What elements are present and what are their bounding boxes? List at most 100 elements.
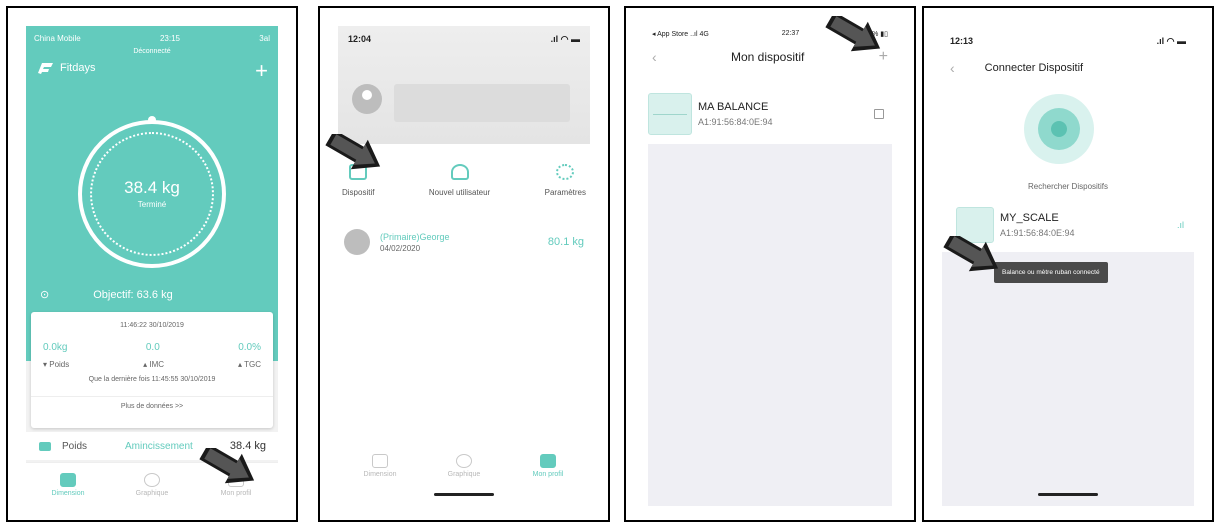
tab-label: Mon profil (532, 471, 564, 478)
summary-timestamp: 11:46:22 30/10/2019 (120, 322, 184, 329)
new-user-button[interactable]: Nouvel utilisateur (429, 164, 490, 197)
signal-battery-icon: .ıl ◠ ▬ (1156, 36, 1186, 46)
back-icon[interactable]: ‹ (950, 60, 955, 76)
user-weight: 80.1 kg (547, 236, 584, 248)
tab-label: Dimension (363, 471, 397, 478)
tab-mon-profil[interactable]: Mon profil (194, 463, 278, 506)
device-mac: A1:91:56:84:0E:94 (1000, 228, 1075, 238)
tab-mon-profil[interactable]: Mon profil (506, 444, 590, 488)
screenshot-panel-2: 12:04 .ıl ◠ ▬ Dispositif Nouvel utilisat… (318, 6, 610, 522)
action-row: Dispositif Nouvel utilisateur Paramètres (338, 164, 590, 197)
list-item[interactable]: (Primaire)George 04/02/2020 80.1 kg (344, 224, 584, 260)
navigation-bar: ‹ Mon dispositif + (652, 48, 888, 66)
goal-text: Objectif: 63.6 kg (93, 288, 173, 301)
connection-status: Déconnecté (133, 48, 171, 55)
settings-button[interactable]: Paramètres (545, 164, 586, 197)
summary-card: 11:46:22 30/10/2019 0.0kg 0.0 0.0% ▾ Poi… (31, 312, 273, 428)
last-measurement: Que la dernière fois 11:45:55 30/10/2019 (88, 376, 216, 383)
carrier-label: China Mobile (34, 34, 81, 43)
device-button[interactable]: Dispositif (342, 164, 374, 197)
device-row[interactable]: MA BALANCE A1:91:56:84:0E:94 (648, 88, 892, 140)
search-label: Rechercher Dispositifs (1027, 182, 1109, 191)
measurement-status: Terminé (137, 200, 167, 209)
weight-row-label: Poids (62, 440, 88, 452)
empty-list-area (648, 144, 892, 506)
graph-icon (456, 454, 472, 468)
status-time: 12:04 (348, 34, 372, 44)
status-time: 23:15 (159, 34, 181, 43)
device-info: MY_SCALE A1:91:56:84:0E:94 (1000, 212, 1075, 238)
weight-row-status: Amincissement (125, 440, 193, 452)
edit-icon[interactable] (874, 109, 884, 119)
goal-row[interactable]: ⊙ Objectif: 63.6 kg (40, 288, 264, 302)
weight-change: 0.0kg (43, 342, 68, 353)
status-bar: 12:04 .ıl ◠ ▬ (348, 34, 580, 45)
dimension-icon (60, 472, 76, 487)
fat-label: ▴ TGC (238, 360, 261, 369)
dimension-icon (372, 454, 388, 468)
weight-row[interactable]: Poids Amincissement 38.4 kg (26, 432, 278, 460)
phone-screen-my-device: ◂ App Store ..ıl 4G 22:37 % ▮▯ ‹ Mon dis… (644, 26, 896, 506)
graph-icon (144, 472, 160, 487)
profile-icon (228, 472, 244, 487)
user-info: (Primaire)George 04/02/2020 (380, 232, 450, 253)
status-time: 22:37 (781, 30, 800, 37)
user-name: (Primaire)George (380, 231, 450, 242)
battery-indicator: 3al (259, 34, 270, 43)
status-bar: ◂ App Store ..ıl 4G 22:37 % ▮▯ (652, 30, 888, 38)
tab-bar: Dimension Graphique Mon profil (26, 462, 278, 506)
user-date: 04/02/2020 (380, 243, 421, 253)
plus-icon[interactable]: + (255, 60, 268, 82)
home-indicator (1038, 493, 1098, 496)
action-label: Nouvel utilisateur (428, 188, 491, 197)
tab-label: Mon profil (220, 489, 252, 497)
tab-dimension[interactable]: Dimension (338, 444, 422, 488)
navigation-bar: ‹ Connecter Dispositif (950, 60, 1186, 76)
fat-change: 0.0% (238, 342, 261, 353)
progress-ring-marker (148, 116, 156, 124)
bmi-label: ▴ IMC (143, 360, 165, 369)
status-bar: China Mobile 23:15 3al Déconnecté (34, 34, 270, 55)
user-add-icon (450, 164, 469, 180)
status-time: 12:13 (950, 36, 974, 46)
weight-row-value: 38.4 kg (229, 440, 266, 452)
blurred-user-info (394, 84, 570, 122)
device-icon (349, 164, 368, 180)
device-row[interactable]: MY_SCALE A1:91:56:84:0E:94 .ıl (956, 204, 1184, 246)
avatar[interactable] (352, 84, 382, 114)
weight-label: ▾ Poids (43, 360, 70, 369)
device-mac: A1:91:56:84:0E:94 (698, 117, 773, 127)
profile-icon (540, 454, 556, 468)
summary-values: 0.0kg 0.0 0.0% (43, 342, 261, 353)
avatar (344, 229, 370, 255)
screenshot-panel-4: 12:13 .ıl ◠ ▬ ‹ Connecter Dispositif Rec… (922, 6, 1214, 522)
screenshot-panel-3: ◂ App Store ..ıl 4G 22:37 % ▮▯ ‹ Mon dis… (624, 6, 916, 522)
status-left: ◂ App Store ..ıl 4G (652, 31, 709, 38)
scale-icon (956, 207, 994, 243)
signal-icon: .ıl (1176, 220, 1184, 230)
screenshot-panel-1: China Mobile 23:15 3al Déconnecté Fitday… (6, 6, 298, 522)
action-label: Dispositif (342, 188, 375, 197)
device-list-area (942, 252, 1194, 506)
gear-icon (556, 164, 575, 180)
phone-screen-dashboard: China Mobile 23:15 3al Déconnecté Fitday… (26, 26, 278, 506)
scanning-indicator-core (1051, 121, 1067, 137)
action-label: Paramètres (544, 188, 586, 197)
more-data-link[interactable]: Plus de données >> (31, 396, 273, 410)
home-indicator (434, 493, 494, 496)
tab-dimension[interactable]: Dimension (26, 463, 110, 506)
page-title: Connecter Dispositif (984, 62, 1084, 74)
current-weight: 38.4 kg (124, 178, 180, 197)
phone-screen-connect-device: 12:13 .ıl ◠ ▬ ‹ Connecter Dispositif Rec… (942, 26, 1194, 506)
plus-icon[interactable]: + (879, 48, 888, 66)
tab-graphique[interactable]: Graphique (422, 444, 506, 488)
bmi-change: 0.0 (145, 342, 160, 353)
battery-indicator: % ▮▯ (872, 31, 888, 38)
summary-labels: ▾ Poids ▴ IMC ▴ TGC (43, 360, 261, 369)
device-name: MY_SCALE (1000, 212, 1059, 224)
phone-screen-profile: 12:04 .ıl ◠ ▬ Dispositif Nouvel utilisat… (338, 26, 590, 506)
signal-battery-icon: .ıl ◠ ▬ (550, 34, 580, 44)
tab-graphique[interactable]: Graphique (110, 463, 194, 506)
status-bar: 12:13 .ıl ◠ ▬ (950, 36, 1186, 47)
goal-icon: ⊙ (40, 289, 50, 301)
